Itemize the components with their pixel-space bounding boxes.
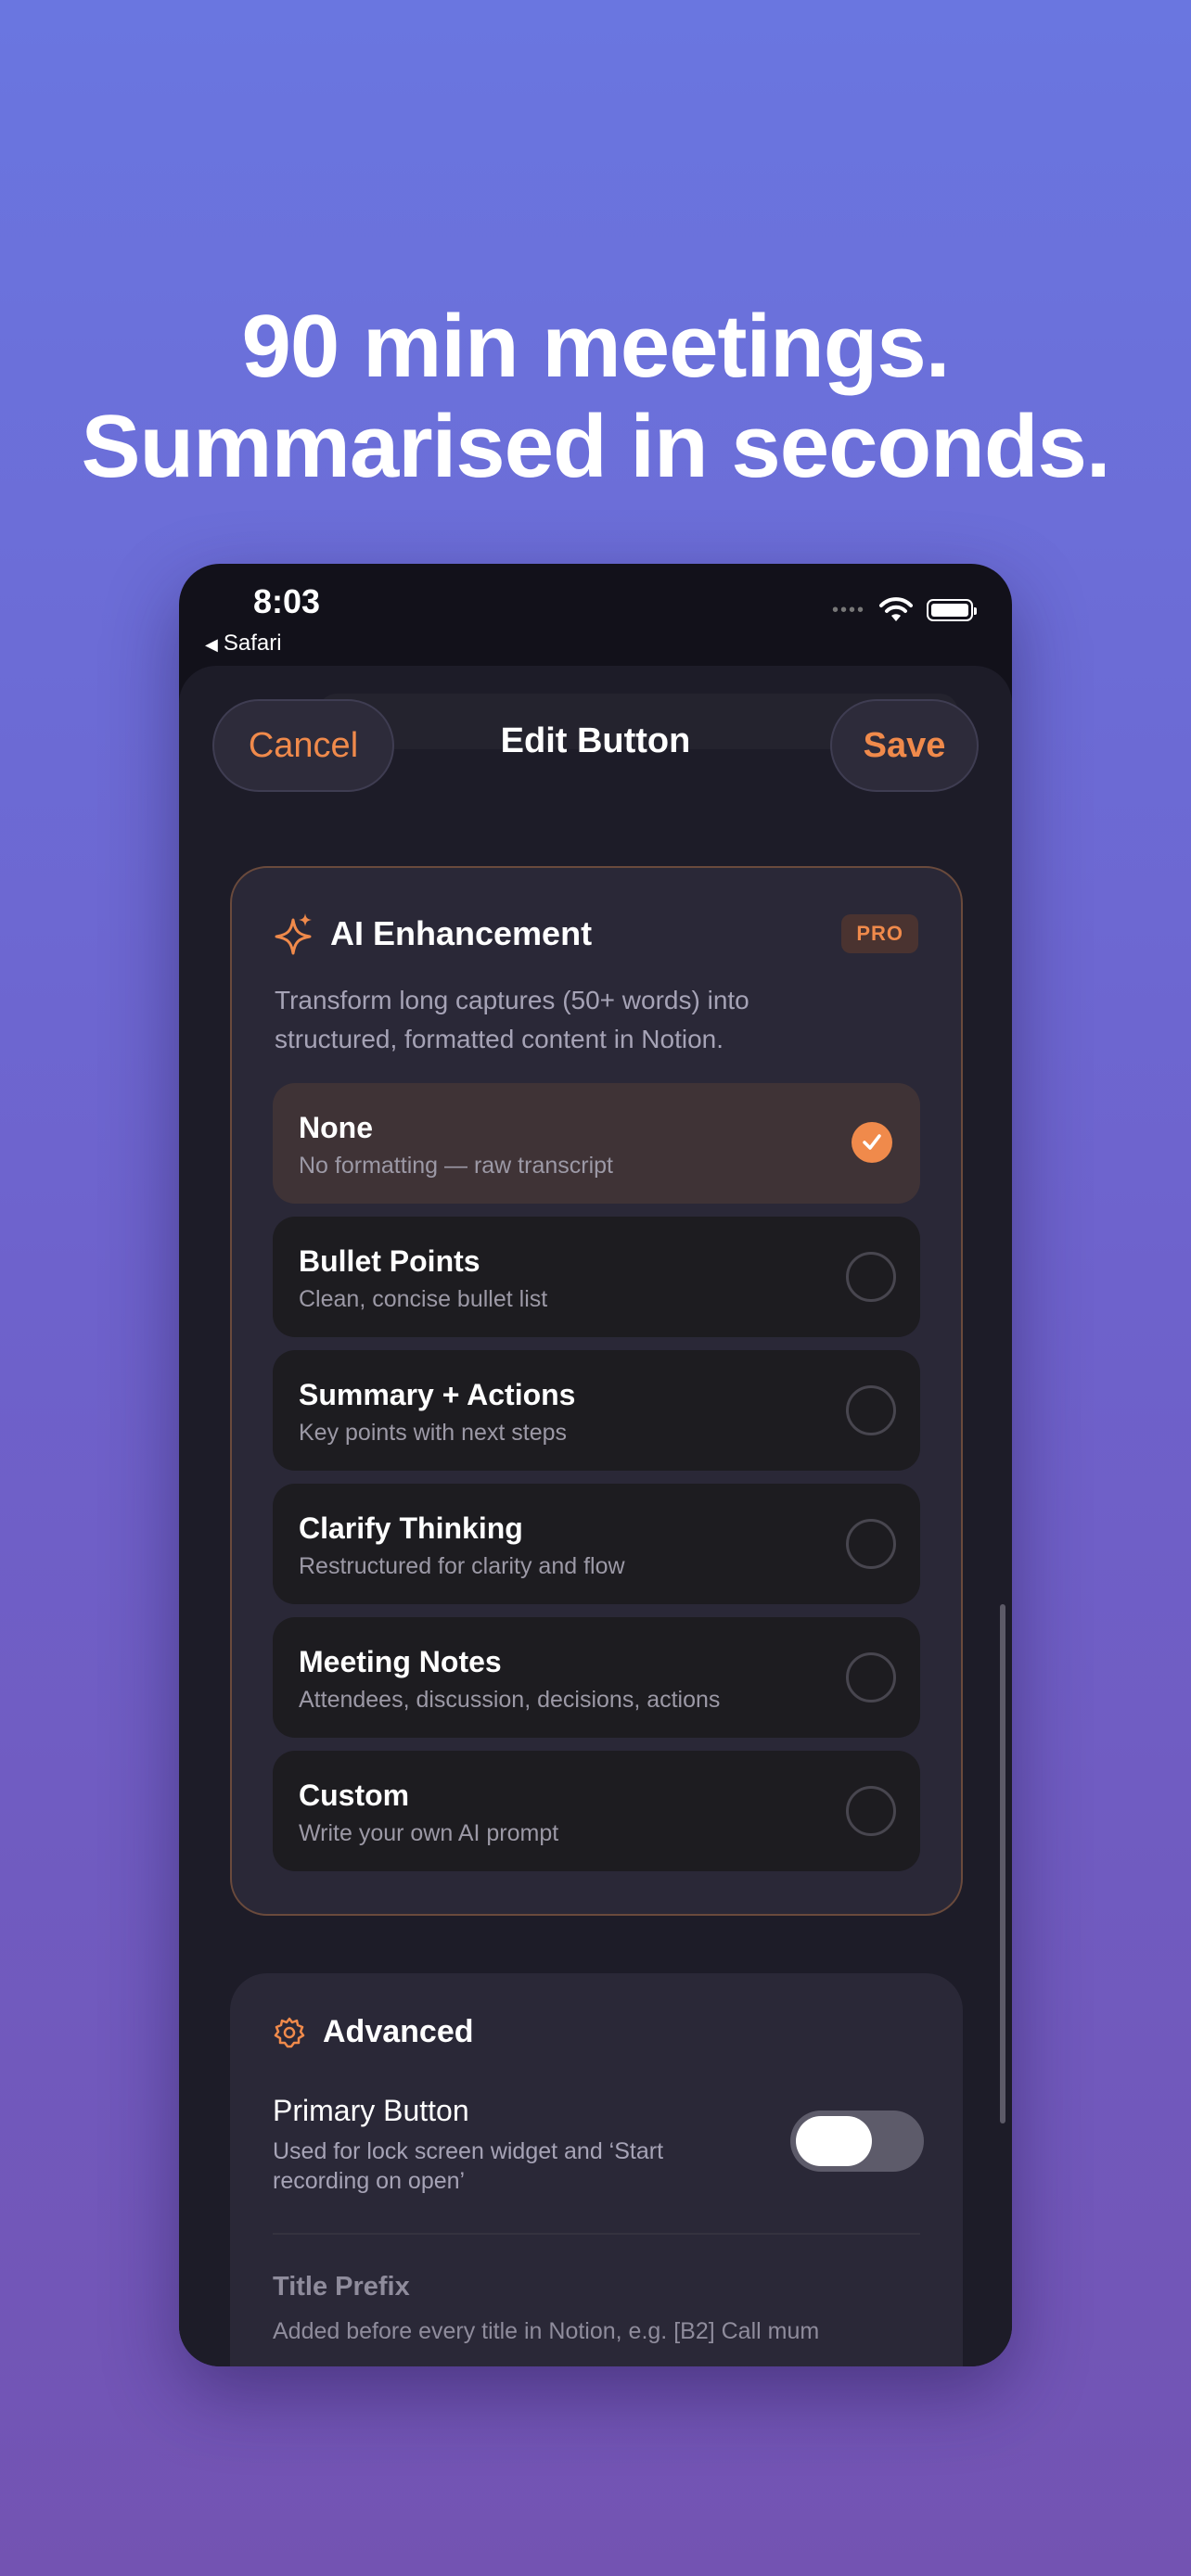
option-subtitle: Key points with next steps	[299, 1420, 568, 1446]
title-prefix-label: Title Prefix	[273, 2272, 410, 2302]
battery-icon	[927, 599, 977, 621]
status-bar: 8:03 ◀ Safari ••••	[179, 564, 1012, 666]
title-prefix-description: Added before every title in Notion, e.g.…	[273, 2318, 820, 2344]
ai-card-title: AI Enhancement	[330, 914, 593, 952]
advanced-card-header: Advanced	[273, 2014, 474, 2050]
ai-card-description: Transform long captures (50+ words) into…	[275, 986, 749, 1053]
option-subtitle: Attendees, discussion, decisions, action…	[299, 1687, 721, 1713]
pro-badge: PRO	[841, 914, 918, 953]
option-custom[interactable]: Custom Write your own AI prompt	[273, 1751, 920, 1871]
back-arrow-icon: ◀	[205, 635, 218, 654]
option-title: Bullet Points	[299, 1244, 480, 1278]
option-none[interactable]: None No formatting — raw transcript	[273, 1083, 920, 1204]
option-title: Custom	[299, 1779, 410, 1812]
option-subtitle: Write your own AI prompt	[299, 1820, 559, 1846]
advanced-card-title: Advanced	[323, 2014, 474, 2049]
back-to-app-link[interactable]: ◀ Safari	[205, 631, 282, 657]
radio-circle-icon	[846, 1786, 896, 1836]
ai-enhancement-card: AI Enhancement PRO Transform long captur…	[230, 866, 963, 1916]
radio-circle-icon	[846, 1519, 896, 1569]
scrollbar[interactable]	[1000, 1604, 1005, 2123]
radio-circle-icon	[846, 1652, 896, 1702]
phone-screen: 8:03 ◀ Safari •••• Cancel Edit Button Sav…	[179, 564, 1012, 2366]
status-time: 8:03	[253, 582, 321, 620]
back-app-label: Safari	[223, 631, 282, 656]
option-clarify-thinking[interactable]: Clarify Thinking Restructured for clarit…	[273, 1484, 920, 1604]
checkmark-icon	[852, 1122, 892, 1163]
option-subtitle: Restructured for clarity and flow	[299, 1553, 625, 1579]
option-title: Summary + Actions	[299, 1378, 576, 1411]
status-icons: ••••	[831, 597, 977, 623]
headline-line-2: Summarised in seconds.	[81, 397, 1110, 496]
option-subtitle: Clean, concise bullet list	[299, 1286, 548, 1312]
option-bullet-points[interactable]: Bullet Points Clean, concise bullet list	[273, 1217, 920, 1337]
save-button[interactable]: Save	[830, 699, 979, 792]
marketing-headline: 90 min meetings. Summarised in seconds.	[0, 297, 1191, 497]
divider	[273, 2233, 920, 2235]
primary-button-label: Primary Button	[273, 2094, 469, 2127]
sheet-navbar: Cancel Edit Button Save	[179, 666, 1012, 814]
sparkles-icon	[275, 913, 312, 955]
wifi-icon	[879, 597, 913, 621]
advanced-card: Advanced Primary Button Used for lock sc…	[230, 1973, 963, 2366]
option-title: Meeting Notes	[299, 1645, 502, 1678]
primary-button-toggle[interactable]	[790, 2111, 924, 2172]
ai-card-header: AI Enhancement	[275, 912, 592, 955]
headline-line-1: 90 min meetings.	[241, 297, 951, 396]
cancel-button[interactable]: Cancel	[212, 699, 394, 792]
option-summary-actions[interactable]: Summary + Actions Key points with next s…	[273, 1350, 920, 1471]
radio-circle-icon	[846, 1385, 896, 1435]
option-title: Clarify Thinking	[299, 1511, 523, 1545]
option-meeting-notes[interactable]: Meeting Notes Attendees, discussion, dec…	[273, 1617, 920, 1738]
edit-button-sheet: Cancel Edit Button Save AI Enhancement P…	[179, 666, 1012, 2366]
cellular-dots-icon: ••••	[831, 599, 865, 620]
gear-icon	[274, 2017, 305, 2047]
primary-button-description: Used for lock screen widget and ‘Start r…	[273, 2138, 664, 2194]
option-title: None	[299, 1111, 373, 1144]
radio-circle-icon	[846, 1252, 896, 1302]
toggle-knob	[796, 2116, 872, 2166]
option-subtitle: No formatting — raw transcript	[299, 1153, 613, 1179]
